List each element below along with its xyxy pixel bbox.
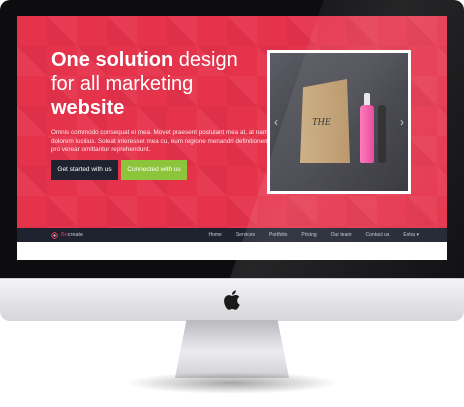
nav-item-portfolio[interactable]: Portfolio [269,232,287,238]
hero-section: One solution design for all marketing we… [17,16,447,228]
spray-bottle-product [360,105,374,163]
hero-description: Omnis commodo consequat ei mea. Movet pr… [51,129,287,153]
get-started-button[interactable]: Get started with us [51,160,118,180]
hero-headline: One solution design for all marketing we… [51,48,261,120]
bottle-cap [364,93,370,105]
product-slide-image: THE ‹ › [270,53,408,191]
product-slider: THE ‹ › [267,50,411,194]
logo-accent: Bo [61,232,68,238]
apple-logo-icon [224,290,240,310]
logo-text: Bocreate [61,231,83,239]
nav-item-contact[interactable]: Contact us [366,232,390,238]
page-content-below [17,242,447,260]
connected-button[interactable]: Connected with us [121,160,187,180]
monitor-screen: One solution design for all marketing we… [17,16,447,260]
chevron-left-icon[interactable]: ‹ [274,115,278,129]
logo-rest: create [67,232,84,238]
navbar: Bocreate Home Services Portfolio Pricing… [17,228,447,242]
comb-product [378,105,386,163]
stand-shadow [125,372,339,394]
nav-item-extra[interactable]: Extra ▾ [403,232,419,238]
headline-bold-2: website [51,97,125,119]
headline-bold-1: One solution [51,49,174,71]
nav-item-home[interactable]: Home [209,232,222,238]
bag-label: THE [312,117,331,128]
nav-item-pricing[interactable]: Pricing [301,232,316,238]
nav-item-our-team[interactable]: Our team [331,232,352,238]
chevron-right-icon[interactable]: › [400,115,404,129]
nav-menu: Home Services Portfolio Pricing Our team… [209,228,420,242]
monitor-stand [175,320,289,378]
logo-icon [51,231,58,239]
nav-item-services[interactable]: Services [236,232,255,238]
site-logo[interactable]: Bocreate [51,231,83,239]
